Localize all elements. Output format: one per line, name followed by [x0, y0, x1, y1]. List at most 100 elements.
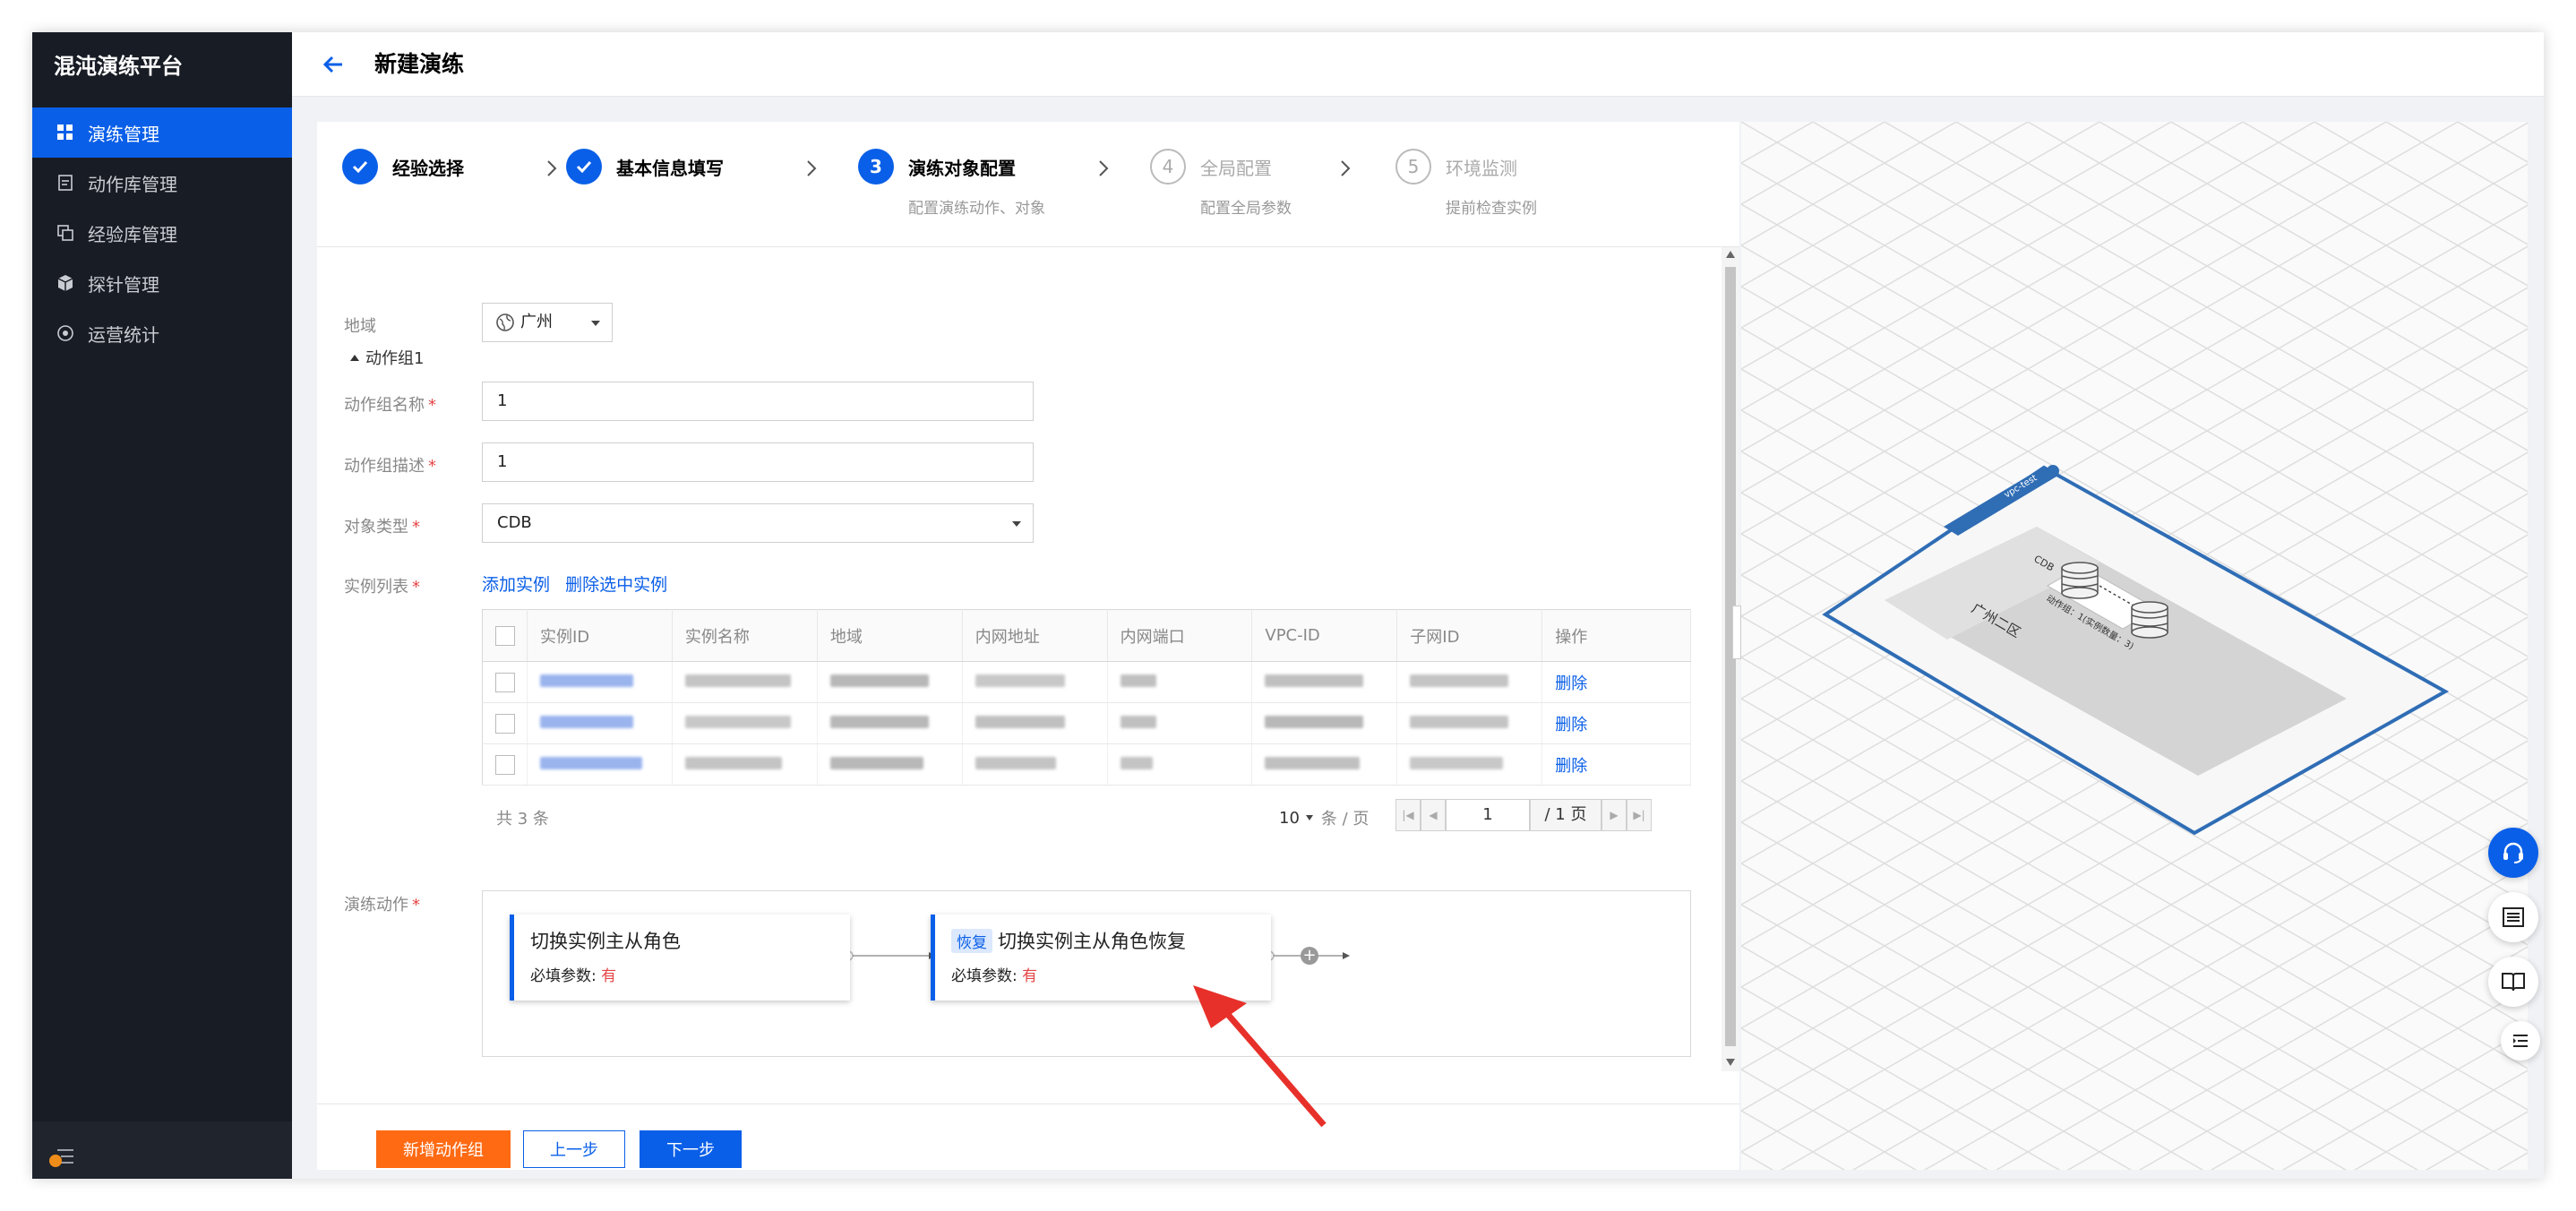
row-checkbox[interactable] [495, 754, 515, 775]
scroll-up-icon[interactable] [1726, 251, 1735, 258]
check-icon [342, 149, 378, 185]
redacted-cell [672, 702, 818, 744]
redacted-cell [527, 743, 673, 786]
collapse-menu-icon[interactable] [48, 1145, 77, 1170]
new-action-group-button[interactable]: 新增动作组 [376, 1130, 511, 1168]
column-header: 实例ID [527, 609, 673, 662]
instance-list-label-text: 实例列表 [344, 578, 408, 597]
panel-resize-handle[interactable] [1732, 606, 1741, 659]
database-icon [2131, 601, 2168, 639]
redacted-cell [817, 661, 963, 703]
required-mark: * [412, 578, 420, 597]
sidebar-item-operations-stats[interactable]: 运营统计 [32, 308, 292, 358]
sidebar-item-experience-library[interactable]: 经验库管理 [32, 208, 292, 258]
flow-node-title-row: 恢复 切换实例主从角色恢复 [951, 927, 1186, 954]
group-desc-label-text: 动作组描述 [344, 457, 425, 476]
delete-row-link[interactable]: 删除 [1555, 674, 1587, 693]
sidebar-item-label: 经验库管理 [88, 223, 177, 245]
page-number-input[interactable]: 1 [1446, 799, 1530, 831]
prev-step-button[interactable]: 上一步 [523, 1130, 625, 1168]
sidebar-item-label: 运营统计 [88, 323, 159, 346]
redacted-cell [1396, 743, 1543, 786]
action-flow-box: + 切换实例主从角色 必填参数: 有 恢复 切换实例主从角色恢复 必填参数: 有 [482, 890, 1691, 1057]
caret-down-icon [1012, 521, 1021, 527]
column-header: 地域 [817, 609, 963, 662]
page-size-select[interactable]: 10 条 / 页 [1279, 806, 1369, 829]
column-header: VPC-ID [1251, 609, 1398, 662]
region-select[interactable]: 广州 [482, 303, 613, 342]
drill-actions-label: 演练动作 * [344, 892, 420, 915]
chevron-right-icon [1096, 158, 1111, 179]
step-number: 5 [1395, 149, 1431, 185]
row-checkbox[interactable] [495, 713, 515, 734]
column-header: 子网ID [1396, 609, 1543, 662]
flow-node-switch-role-recover[interactable]: 恢复 切换实例主从角色恢复 必填参数: 有 [931, 915, 1271, 1001]
next-page-icon[interactable]: ▶ [1601, 799, 1627, 831]
outline-icon[interactable] [2501, 1021, 2540, 1061]
action-group-title: 动作组1 [365, 349, 425, 368]
param-value: 有 [1022, 967, 1038, 985]
delete-row-link[interactable]: 删除 [1555, 716, 1587, 734]
redacted-cell [1107, 743, 1253, 786]
caret-up-icon [350, 355, 359, 361]
row-action-cell: 删除 [1541, 661, 1691, 703]
sidebar-item-action-library[interactable]: 动作库管理 [32, 158, 292, 208]
sidebar: 混沌演练平台 演练管理 动作库管理 经验库管理 探针管理 运营统计 [32, 32, 292, 1179]
row-select-cell [482, 661, 528, 703]
app-window: 混沌演练平台 演练管理 动作库管理 经验库管理 探针管理 运营统计 新建演练 经… [32, 32, 2544, 1179]
region-value: 广州 [520, 313, 553, 331]
add-instance-link[interactable]: 添加实例 [482, 575, 550, 595]
add-action-icon[interactable]: + [1301, 947, 1318, 965]
row-checkbox[interactable] [495, 672, 515, 692]
group-desc-label: 动作组描述 * [344, 453, 436, 477]
step-number: 3 [858, 149, 894, 185]
redacted-cell [962, 702, 1108, 744]
step-title: 全局配置 [1200, 158, 1272, 179]
object-type-select[interactable]: CDB [482, 503, 1034, 543]
chevron-right-icon [1338, 158, 1352, 179]
group-name-input[interactable]: 1 [482, 382, 1034, 421]
scroll-down-icon[interactable] [1726, 1059, 1735, 1066]
topology-diagram: vpc-test 广州二区 动作组：1(实例数量：3) CDB [1741, 122, 2528, 1170]
sidebar-item-probe-management[interactable]: 探针管理 [32, 258, 292, 308]
topology-canvas[interactable]: vpc-test 广州二区 动作组：1(实例数量：3) CDB [1741, 122, 2528, 1170]
redacted-cell [817, 702, 963, 744]
table-row: 删除 [482, 743, 1691, 786]
group-name-label: 动作组名称 * [344, 392, 436, 416]
delete-row-link[interactable]: 删除 [1555, 757, 1587, 776]
object-type-label: 对象类型 * [344, 514, 420, 537]
flow-node-param: 必填参数: 有 [530, 963, 616, 985]
sidebar-item-label: 动作库管理 [88, 173, 177, 195]
back-arrow-icon[interactable] [319, 50, 348, 79]
instance-table: 实例ID 实例名称 地域 内网地址 内网端口 VPC-ID 子网ID 操作 删除… [482, 609, 1691, 786]
flow-node-switch-role[interactable]: 切换实例主从角色 必填参数: 有 [510, 915, 850, 1001]
region-label: 地域 [344, 317, 376, 336]
chevron-right-icon [545, 158, 559, 179]
copy-icon [56, 223, 75, 243]
instance-actions: 添加实例 删除选中实例 [482, 571, 667, 596]
redacted-cell [672, 661, 818, 703]
book-icon[interactable] [2488, 957, 2538, 1007]
table-row: 删除 [482, 702, 1691, 744]
last-page-icon[interactable]: ▶| [1627, 799, 1652, 831]
page-title: 新建演练 [374, 51, 465, 77]
prev-page-icon[interactable]: ◀ [1421, 799, 1446, 831]
next-step-button[interactable]: 下一步 [640, 1130, 742, 1168]
column-header: 内网端口 [1107, 609, 1253, 662]
select-all-checkbox[interactable] [495, 625, 515, 646]
redacted-cell [1396, 702, 1543, 744]
group-desc-input[interactable]: 1 [482, 442, 1034, 482]
first-page-icon[interactable]: |◀ [1395, 799, 1421, 831]
sidebar-item-drill-management[interactable]: 演练管理 [32, 107, 292, 158]
vertical-scrollbar[interactable] [1722, 247, 1739, 1071]
param-value: 有 [601, 967, 617, 985]
list-icon[interactable] [2488, 892, 2538, 942]
config-card: 经验选择 基本信息填写 3 演练对象配置 配置演练动作、对象 4 全局配置 配置… [317, 122, 1739, 1170]
support-headset-icon[interactable] [2488, 828, 2538, 878]
action-group-toggle[interactable]: 动作组1 [349, 346, 424, 369]
delete-selected-link[interactable]: 删除选中实例 [565, 575, 667, 595]
redacted-cell [1396, 661, 1543, 703]
column-header: 内网地址 [962, 609, 1108, 662]
object-type-value: CDB [497, 513, 532, 532]
row-action-cell: 删除 [1541, 702, 1691, 744]
